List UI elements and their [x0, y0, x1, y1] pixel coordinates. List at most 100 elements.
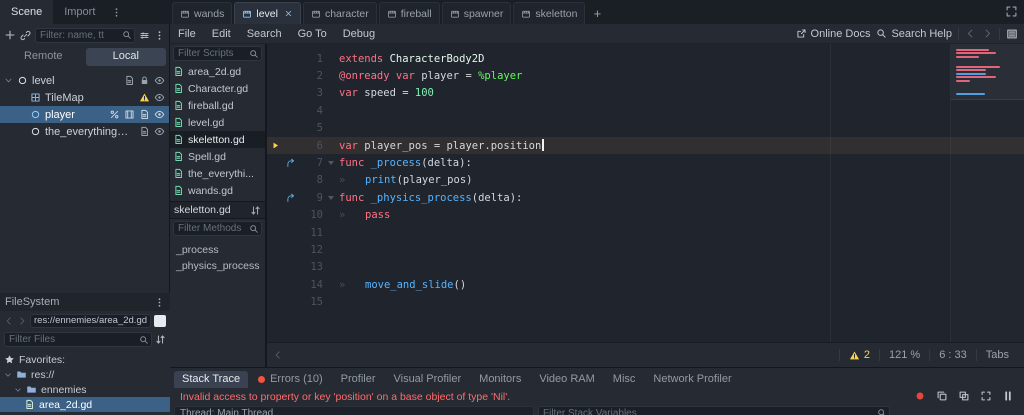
eye-icon[interactable]: [154, 75, 165, 86]
debugger-tab-video-ram[interactable]: Video RAM: [531, 371, 602, 388]
filesystem-filter-input[interactable]: [4, 332, 152, 347]
close-tab-icon[interactable]: [284, 9, 293, 18]
debugger-tab-monitors[interactable]: Monitors: [471, 371, 529, 388]
code-line-12[interactable]: 12: [267, 241, 1024, 258]
history-forward-icon[interactable]: [17, 316, 27, 326]
menu-item-debug[interactable]: Debug: [335, 24, 383, 44]
script-item-level-gd[interactable]: level.gd: [170, 114, 265, 131]
tab-scene[interactable]: Scene: [0, 0, 54, 24]
debugger-tab-misc[interactable]: Misc: [605, 371, 644, 388]
current-script-row[interactable]: skeletton.gd: [170, 201, 265, 219]
script-item-fireball-gd[interactable]: fireball.gd: [170, 97, 265, 114]
instance-scene-icon[interactable]: [20, 30, 31, 41]
code-line-3[interactable]: 3 var speed = 100: [267, 85, 1024, 102]
script-history-back-icon[interactable]: [965, 28, 976, 39]
distraction-free-icon[interactable]: [1005, 5, 1018, 18]
code-line-8[interactable]: 8 » print(player_pos): [267, 172, 1024, 189]
tab-import[interactable]: Import: [53, 0, 106, 24]
scene-node-level[interactable]: level: [0, 72, 169, 89]
search-help-button[interactable]: Search Help: [876, 28, 952, 40]
code-line-9[interactable]: 9 func _physics_process(delta):: [267, 189, 1024, 206]
remote-button[interactable]: Remote: [3, 48, 84, 66]
warnings-indicator[interactable]: 2: [838, 349, 879, 361]
toggle-split-mode-icon[interactable]: [154, 314, 166, 327]
breadcrumb[interactable]: res://ennemies/area_2d.gd: [30, 313, 151, 328]
code-line-4[interactable]: 4: [267, 102, 1024, 119]
code-line-14[interactable]: 14 » move_and_slide(): [267, 276, 1024, 293]
thread-selector[interactable]: Thread: Main Thread: [174, 406, 534, 415]
menu-item-edit[interactable]: Edit: [204, 24, 239, 44]
fold-arrow-icon[interactable]: [328, 195, 334, 200]
scene-node-player[interactable]: player: [0, 106, 169, 123]
fs-item-area-2d-gd[interactable]: area_2d.gd: [0, 397, 170, 412]
code-line-1[interactable]: 1 extends CharacterBody2D: [267, 50, 1024, 67]
fold-arrow-icon[interactable]: [328, 161, 334, 166]
menu-item-search[interactable]: Search: [239, 24, 290, 44]
scene-tab-fireball[interactable]: fireball: [378, 2, 440, 24]
script-item-area-2d-gd[interactable]: area_2d.gd: [170, 63, 265, 80]
local-button[interactable]: Local: [85, 48, 166, 66]
scene-tree-menu-icon[interactable]: [154, 30, 165, 41]
scene-filter-input[interactable]: [35, 27, 135, 43]
break-icon[interactable]: [1002, 390, 1014, 402]
script-item-the-everythi[interactable]: the_everythi...: [170, 165, 265, 182]
expand-panel-icon[interactable]: [980, 390, 992, 402]
filter-stack-variables-input[interactable]: [538, 405, 890, 415]
code-line-11[interactable]: 11: [267, 224, 1024, 241]
expand-arrow-icon[interactable]: [4, 76, 13, 85]
code-line-6[interactable]: 6 var player_pos = player.position: [267, 136, 1024, 155]
copy-error-icon[interactable]: [936, 390, 948, 402]
code-editor[interactable]: 1 extends CharacterBody2D 2 @onready var pl…: [267, 44, 1024, 342]
lock-icon[interactable]: [139, 75, 150, 86]
script-item-wands-gd[interactable]: wands.gd: [170, 182, 265, 199]
execution-arrow-icon[interactable]: [267, 141, 283, 150]
code-line-10[interactable]: 10 » pass: [267, 207, 1024, 224]
filesystem-menu-icon[interactable]: [154, 297, 165, 308]
eye-icon[interactable]: [154, 109, 165, 120]
history-back-icon[interactable]: [4, 316, 14, 326]
script-icon[interactable]: [139, 126, 150, 137]
debugger-tab-stack-trace[interactable]: Stack Trace: [174, 371, 249, 388]
code-line-13[interactable]: 13: [267, 259, 1024, 276]
scene-node-tilemap[interactable]: TileMap: [0, 89, 169, 106]
eye-icon[interactable]: [154, 92, 165, 103]
script-item-skeletton-gd[interactable]: skeletton.gd: [170, 131, 265, 148]
scene-node-the-everything-s[interactable]: the_everything_s...: [0, 123, 169, 140]
filter-options-icon[interactable]: [139, 30, 150, 41]
method-item-physics-process[interactable]: _physics_process: [170, 258, 265, 274]
percent-icon[interactable]: [109, 109, 120, 120]
script-history-forward-icon[interactable]: [982, 28, 993, 39]
zoom-level[interactable]: 121 %: [879, 349, 929, 361]
script-item-spell-gd[interactable]: Spell.gd: [170, 148, 265, 165]
expand-arrow-icon[interactable]: [14, 386, 22, 394]
online-docs-button[interactable]: Online Docs: [796, 28, 870, 40]
fs-item-res[interactable]: res://: [0, 367, 170, 382]
fs-item-ennemies[interactable]: ennemies: [0, 382, 170, 397]
scripts-panel-toggle-icon[interactable]: [1006, 28, 1018, 40]
menu-item-file[interactable]: File: [170, 24, 204, 44]
debugger-tab-visual-profiler[interactable]: Visual Profiler: [385, 371, 469, 388]
debugger-tab-errors-10[interactable]: Errors (10): [250, 371, 331, 388]
eye-icon[interactable]: [154, 126, 165, 137]
skip-breakpoints-icon[interactable]: [914, 390, 926, 402]
film-icon[interactable]: [124, 109, 135, 120]
add-scene-tab-button[interactable]: +: [587, 2, 607, 24]
scene-tab-character[interactable]: character: [302, 2, 377, 24]
warning-icon[interactable]: [139, 92, 150, 103]
add-node-icon[interactable]: [4, 29, 16, 41]
expand-arrow-icon[interactable]: [4, 371, 12, 379]
debugger-tab-network-profiler[interactable]: Network Profiler: [645, 371, 739, 388]
fs-item-favorites[interactable]: Favorites:: [0, 352, 170, 367]
code-line-15[interactable]: 15: [267, 293, 1024, 310]
debugger-tab-profiler[interactable]: Profiler: [333, 371, 384, 388]
scene-dock-menu-icon[interactable]: [106, 7, 126, 18]
step-over-icon[interactable]: [958, 390, 970, 402]
script-icon[interactable]: [124, 75, 135, 86]
scene-tab-skeletton[interactable]: skeletton: [513, 2, 586, 24]
sort-files-icon[interactable]: [155, 334, 166, 345]
code-line-7[interactable]: 7 func _process(delta):: [267, 154, 1024, 171]
sort-scripts-icon[interactable]: [250, 205, 261, 216]
scene-tab-spawner[interactable]: spawner: [441, 2, 512, 24]
script-icon[interactable]: [139, 109, 150, 120]
scene-tab-level[interactable]: level: [234, 2, 301, 24]
